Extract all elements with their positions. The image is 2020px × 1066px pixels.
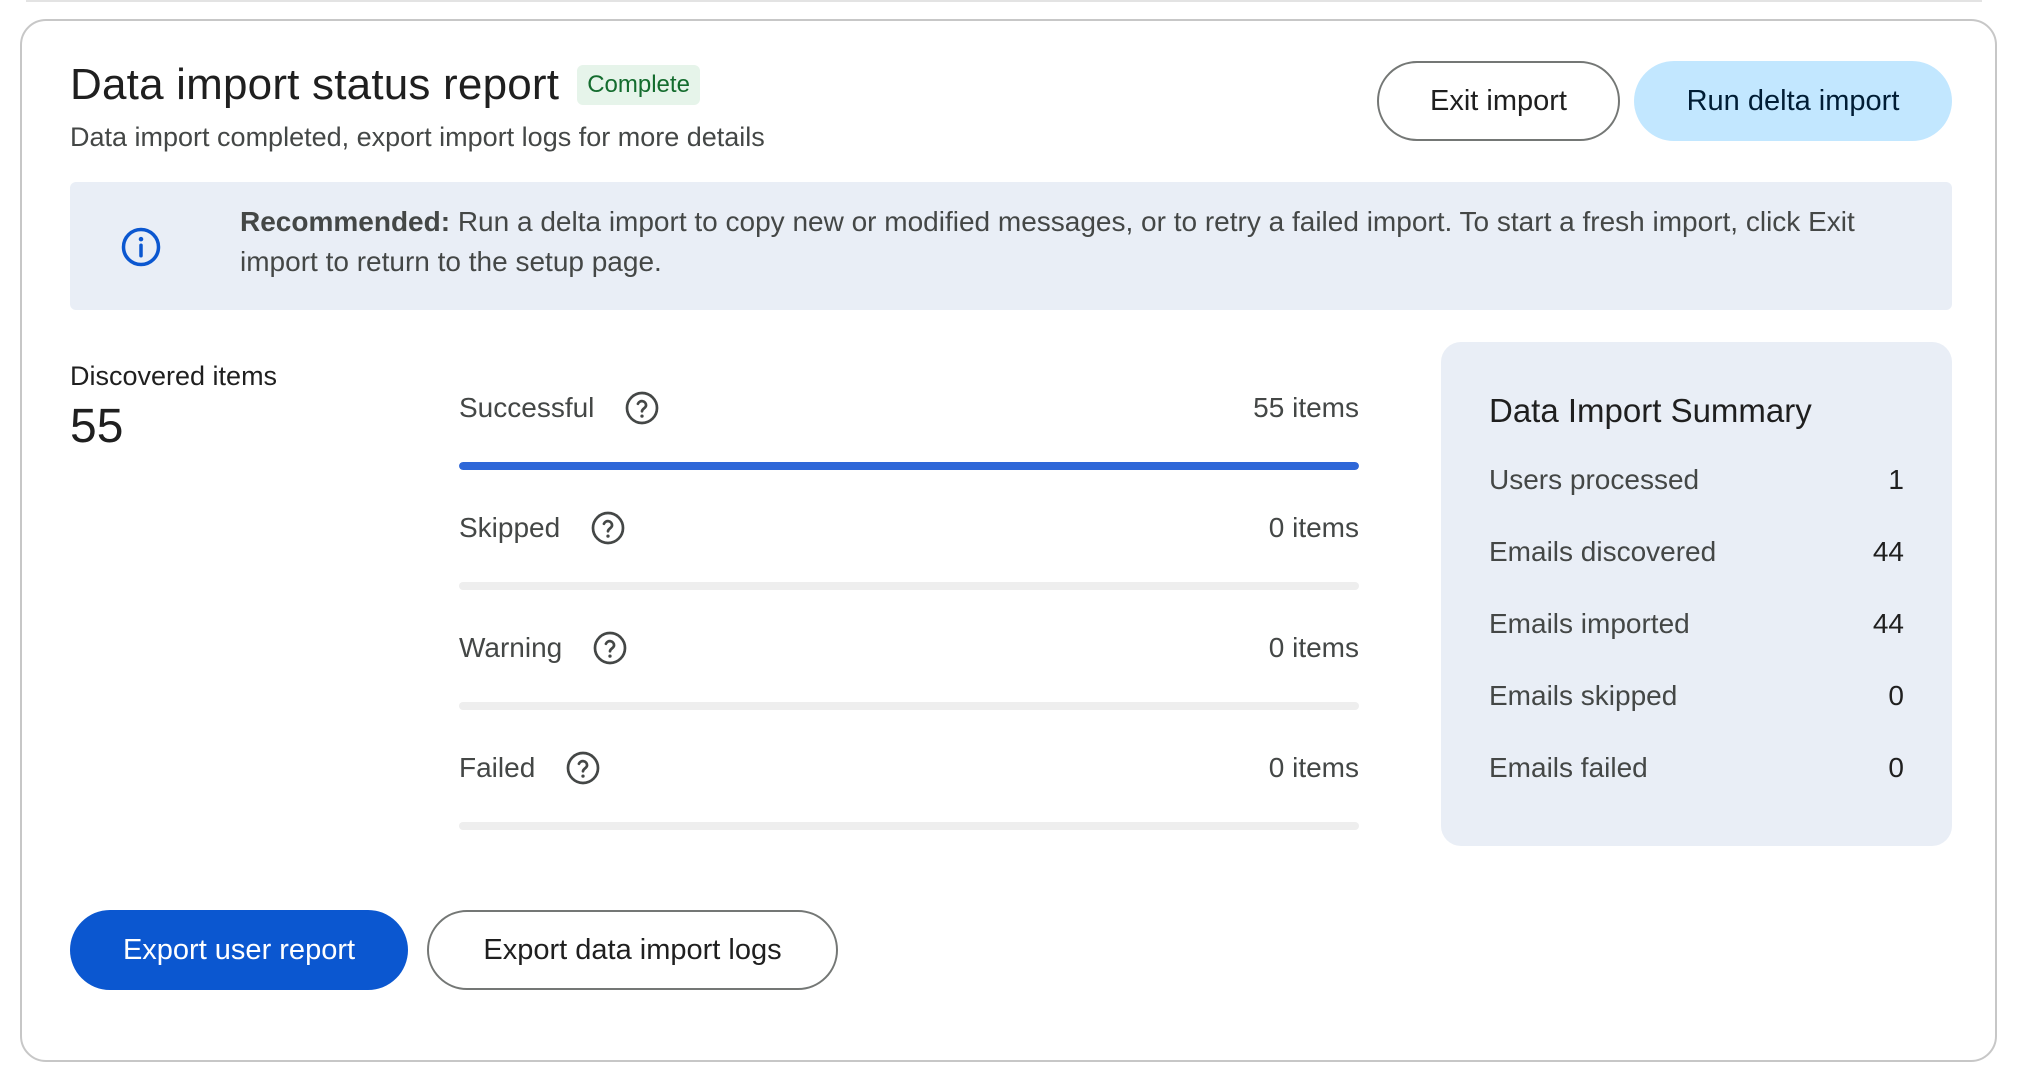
- stat-label: Failed: [459, 752, 536, 783]
- summary-label: Users processed: [1489, 464, 1700, 495]
- stat-count: 0 items: [1268, 752, 1359, 783]
- summary-label: Emails discovered: [1489, 536, 1717, 567]
- summary-list: Users processed 1 Emails discovered 44 Ema…: [1489, 464, 1904, 824]
- summary-value: 44: [1872, 608, 1904, 639]
- status-badge: Complete: [577, 65, 700, 105]
- import-summary-panel: Data Import Summary Users processed 1 Ema…: [1441, 342, 1952, 846]
- stat-skipped: Skipped 0 items: [459, 503, 1359, 623]
- stat-successful-head: Successful 55 items: [459, 383, 1359, 433]
- summary-row: Emails failed 0: [1489, 752, 1904, 824]
- summary-row: Emails skipped 0: [1489, 680, 1904, 752]
- help-icon[interactable]: [590, 510, 626, 546]
- discovered-label: Discovered items: [70, 361, 278, 391]
- summary-label: Emails skipped: [1489, 680, 1678, 711]
- export-user-report-button[interactable]: Export user report: [70, 910, 408, 990]
- run-delta-import-button[interactable]: Run delta import: [1634, 61, 1952, 141]
- discovered-count: 55: [70, 400, 124, 453]
- stat-successful: Successful 55 items: [459, 383, 1359, 503]
- stat-count: 55 items: [1253, 392, 1359, 423]
- status-report-card: Data import status report Complete Data …: [20, 19, 1997, 1062]
- report-header: Data import status report Complete Data …: [70, 57, 765, 155]
- summary-value: 44: [1872, 536, 1904, 567]
- stat-count: 0 items: [1268, 512, 1359, 543]
- import-stats: Successful 55 items Skipped 0 items Warn…: [459, 383, 1359, 863]
- recommendation-label: Recommended:: [240, 206, 451, 237]
- stat-warning-head: Warning 0 items: [459, 623, 1359, 673]
- help-icon[interactable]: [565, 750, 601, 786]
- progress-fill: [459, 462, 1359, 470]
- summary-row: Emails imported 44: [1489, 608, 1904, 680]
- stat-failed: Failed 0 items: [459, 743, 1359, 863]
- top-divider: [26, 0, 1982, 2]
- summary-row: Users processed 1: [1489, 464, 1904, 536]
- progress-bar: [459, 822, 1359, 830]
- help-icon[interactable]: [592, 630, 628, 666]
- stat-count: 0 items: [1268, 632, 1359, 663]
- discovered-items: Discovered items 55: [70, 359, 277, 455]
- summary-value: 1: [1888, 464, 1904, 495]
- export-data-import-logs-button[interactable]: Export data import logs: [427, 910, 838, 990]
- exit-import-button[interactable]: Exit import: [1377, 61, 1620, 141]
- summary-value: 0: [1888, 752, 1904, 783]
- info-icon: [121, 227, 161, 267]
- summary-label: Emails imported: [1489, 608, 1690, 639]
- title-row: Data import status report Complete: [70, 57, 765, 113]
- progress-bar: [459, 582, 1359, 590]
- summary-row: Emails discovered 44: [1489, 536, 1904, 608]
- stat-label: Warning: [459, 632, 563, 663]
- stat-warning: Warning 0 items: [459, 623, 1359, 743]
- summary-label: Emails failed: [1489, 752, 1648, 783]
- page-title: Data import status report: [70, 60, 560, 109]
- page-subtitle: Data import completed, export import log…: [70, 122, 765, 152]
- progress-bar: [459, 702, 1359, 710]
- stat-skipped-head: Skipped 0 items: [459, 503, 1359, 553]
- stat-label: Successful: [459, 392, 595, 423]
- recommendation-banner: Recommended: Run a delta import to copy …: [70, 182, 1952, 310]
- stat-label: Skipped: [459, 512, 561, 543]
- summary-value: 0: [1888, 680, 1904, 711]
- summary-title: Data Import Summary: [1489, 392, 1812, 429]
- recommendation-body: Run a delta import to copy new or modifi…: [240, 206, 1855, 277]
- recommendation-text: Recommended: Run a delta import to copy …: [240, 202, 1920, 282]
- progress-bar: [459, 462, 1359, 470]
- stat-failed-head: Failed 0 items: [459, 743, 1359, 793]
- help-icon[interactable]: [624, 390, 660, 426]
